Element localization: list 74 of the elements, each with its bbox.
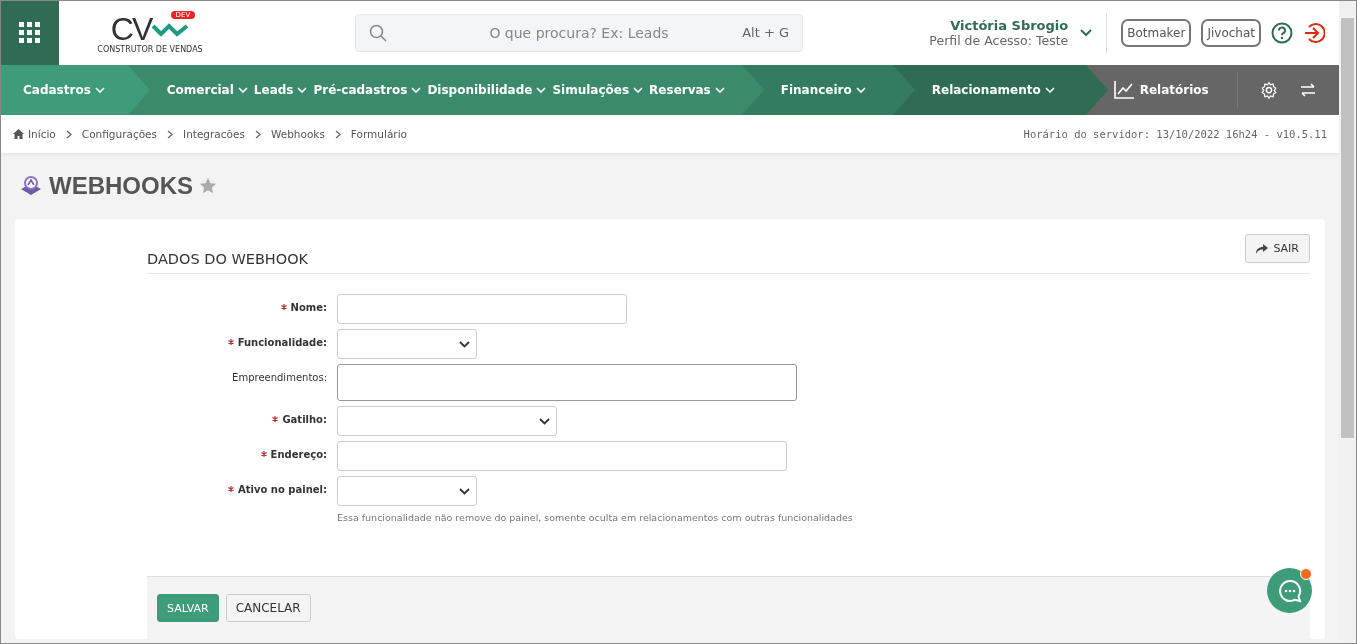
grid-icon xyxy=(19,22,41,44)
chevron-right-icon xyxy=(65,129,72,139)
reports-link[interactable]: Relatórios xyxy=(1107,81,1215,99)
integration-button[interactable]: Jivochat xyxy=(1201,19,1261,47)
chevron-down-icon xyxy=(297,86,308,94)
chevron-right-icon xyxy=(334,129,341,139)
field-label: Endereço: xyxy=(270,449,327,460)
breadcrumb-link[interactable]: Integracões xyxy=(183,128,245,140)
nav-menu-item[interactable]: Reservas xyxy=(646,83,728,97)
field-label: Ativo no painel: xyxy=(238,484,327,495)
integration-button[interactable]: Botmaker xyxy=(1121,19,1192,47)
chevron-down-icon xyxy=(94,86,105,94)
breadcrumb-link[interactable]: Configurações xyxy=(81,128,158,140)
chevron-down-icon[interactable] xyxy=(1080,29,1093,37)
field-label: Gatilho: xyxy=(282,414,327,425)
chevron-down-icon xyxy=(237,86,248,94)
swap-icon[interactable] xyxy=(1299,83,1316,97)
text-input[interactable] xyxy=(337,294,627,324)
user-profile: Perfil de Acesso: Teste xyxy=(929,33,1069,48)
breadcrumb-link[interactable]: Início xyxy=(28,128,56,140)
page-title: WEBHOOKS xyxy=(49,172,193,200)
chevron-right-icon xyxy=(254,129,261,139)
required-mark-icon xyxy=(280,304,287,310)
text-input[interactable] xyxy=(337,441,787,471)
help-text: Essa funcionalidade não remove do painel, somente oculta em relacionamentos com outras funcionalidades xyxy=(337,512,853,523)
logout-icon[interactable] xyxy=(1303,22,1325,44)
settings-icon[interactable] xyxy=(1259,81,1278,99)
chevron-down-icon xyxy=(855,86,866,94)
required-mark-icon xyxy=(260,451,267,457)
select-dropdown[interactable] xyxy=(337,329,477,359)
breadcrumb-link[interactable]: Formulário xyxy=(350,128,407,140)
chevron-down-icon xyxy=(633,86,644,94)
required-mark-icon xyxy=(227,339,234,345)
chevron-down-icon xyxy=(539,417,550,425)
chevron-down-icon xyxy=(714,86,725,94)
nav-menu-item[interactable]: Relacionamento xyxy=(928,83,1058,97)
server-time: Horário do servidor: 13/10/2022 16h24 - v10.5.11 xyxy=(1023,128,1327,140)
nav-menu-item[interactable]: Cadastros xyxy=(20,83,108,97)
help-icon[interactable] xyxy=(1271,22,1293,44)
home-icon xyxy=(13,129,24,139)
field-label: Nome: xyxy=(290,302,327,313)
nav-menu-item[interactable]: Comercial xyxy=(163,83,251,97)
select-dropdown[interactable] xyxy=(337,476,477,506)
section-title: DADOS DO WEBHOOK xyxy=(147,251,1310,274)
multi-select-field[interactable] xyxy=(337,364,797,401)
chat-bubble-icon xyxy=(1277,578,1302,603)
chevron-down-icon xyxy=(536,86,547,94)
user-name: Victória Sbrogio xyxy=(950,18,1069,33)
chevron-down-icon xyxy=(1044,86,1055,94)
line-chart-icon xyxy=(1113,81,1134,99)
field-label: Funcionalidade: xyxy=(237,337,327,348)
breadcrumb-link[interactable]: Webhooks xyxy=(270,128,325,140)
exit-button[interactable]: SAIR xyxy=(1245,234,1310,263)
chevron-down-icon xyxy=(459,340,470,348)
nav-menu-item[interactable]: Financeiro xyxy=(777,83,869,97)
save-button[interactable]: SALVAR xyxy=(157,594,219,622)
share-arrow-icon xyxy=(1256,243,1269,254)
nav-menu-item[interactable]: Simulações xyxy=(549,83,647,97)
nav-menu-item[interactable]: Leads xyxy=(250,83,311,97)
required-mark-icon xyxy=(272,416,279,422)
chevron-down-icon xyxy=(459,487,470,495)
shortcut-hint: Alt + G xyxy=(742,25,789,40)
webhook-icon xyxy=(19,175,43,197)
cancel-button[interactable]: CANCELAR xyxy=(225,594,311,622)
apps-menu-button[interactable] xyxy=(1,1,59,65)
field-label: Empreendimentos: xyxy=(232,372,327,383)
select-dropdown[interactable] xyxy=(337,406,557,436)
chevron-right-icon xyxy=(167,129,174,139)
favorite-star-icon[interactable] xyxy=(199,177,217,195)
nav-menu-item[interactable]: Disponibilidade xyxy=(424,83,550,97)
chevron-down-icon xyxy=(411,86,422,94)
required-mark-icon xyxy=(228,486,235,492)
nav-menu-item[interactable]: Pré-cadastros xyxy=(310,83,425,97)
search-icon xyxy=(369,24,387,42)
